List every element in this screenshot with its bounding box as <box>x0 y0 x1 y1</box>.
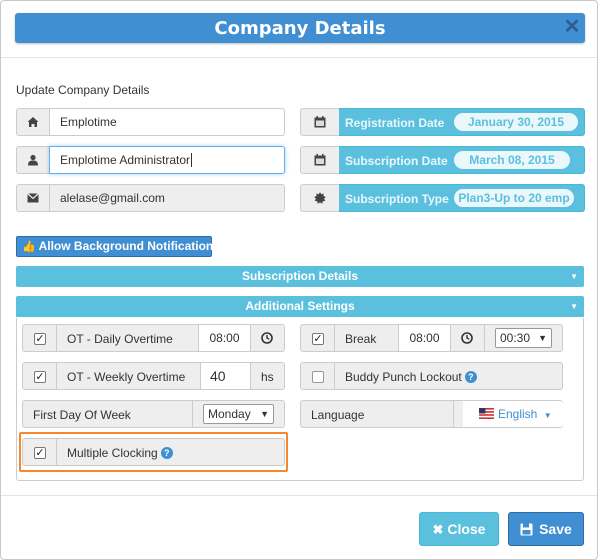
ot-daily-label: OT - Daily Overtime <box>67 332 173 346</box>
registration-date-group <box>300 108 339 136</box>
close-button[interactable]: ✖ Close <box>419 512 499 546</box>
break-time-input[interactable]: 08:00 <box>398 324 451 352</box>
ot-weekly-checkbox[interactable]: ✓ <box>34 371 46 383</box>
close-icon: ✖ <box>432 522 444 537</box>
subscription-type-value: Plan3-Up to 20 emp <box>454 189 574 207</box>
footer-divider <box>1 495 597 496</box>
user-icon <box>16 146 49 174</box>
floppy-disk-icon <box>520 515 533 547</box>
thumbs-up-icon: 👍 <box>22 241 36 253</box>
divider <box>56 363 57 389</box>
section-label: Update Company Details <box>16 83 150 97</box>
registration-date-value: January 30, 2015 <box>454 113 578 131</box>
certificate-icon <box>300 184 339 212</box>
ot-daily-checkbox[interactable]: ✓ <box>34 333 46 345</box>
buddy-punch-text: Buddy Punch Lockout? <box>345 370 477 384</box>
admin-name-input[interactable]: Emplotime Administrator <box>49 146 285 174</box>
language-label: Language <box>311 408 365 422</box>
us-flag-icon <box>479 408 494 419</box>
language-row: Language English ▼ <box>300 400 563 428</box>
divider <box>56 325 57 351</box>
ot-weekly-row: ✓ OT - Weekly Overtime 40 hs <box>22 362 285 390</box>
home-icon <box>16 108 49 136</box>
subscription-details-toggle[interactable]: Subscription Details ▼ <box>16 266 584 287</box>
caret-down-icon: ▼ <box>543 411 552 420</box>
additional-settings-toggle[interactable]: Additional Settings ▼ <box>16 296 584 317</box>
calendar-icon <box>300 108 339 136</box>
company-name-group: Emplotime <box>16 108 285 136</box>
ot-weekly-hours-input[interactable]: 40 <box>200 362 251 390</box>
envelope-icon <box>16 184 49 212</box>
buddy-punch-label: Buddy Punch Lockout <box>345 370 462 384</box>
ot-daily-row: ✓ OT - Daily Overtime 08:00 <box>22 324 285 352</box>
buddy-punch-row: Buddy Punch Lockout? <box>300 362 563 390</box>
allow-notifications-label: Allow Background Notifications <box>38 239 220 253</box>
save-button[interactable]: Save <box>508 512 584 546</box>
divider <box>192 401 193 427</box>
ot-weekly-label: OT - Weekly Overtime <box>67 370 186 384</box>
break-label: Break <box>345 332 377 346</box>
divider <box>484 325 485 351</box>
language-value: English <box>498 407 538 421</box>
divider <box>334 325 335 351</box>
caret-down-icon: ▼ <box>260 409 269 419</box>
language-dropdown[interactable]: English ▼ <box>463 401 563 427</box>
multiple-clocking-highlight <box>19 432 288 472</box>
allow-notifications-button[interactable]: 👍 Allow Background Notifications <box>16 236 220 257</box>
save-label: Save <box>539 521 572 537</box>
first-day-value: Monday <box>208 407 251 421</box>
dialog-title: Company Details <box>214 18 386 39</box>
subscription-date-value: March 08, 2015 <box>454 151 570 169</box>
email-group: alelase@gmail.com <box>16 184 285 212</box>
header-divider <box>1 57 597 58</box>
subscription-details-label: Subscription Details <box>241 269 359 283</box>
additional-settings-label: Additional Settings <box>245 299 355 313</box>
subscription-type-group <box>300 184 339 212</box>
first-day-row: First Day Of Week Monday ▼ <box>22 400 285 428</box>
subscription-date: Subscription Date March 08, 2015 <box>339 146 585 174</box>
company-details-dialog: Company Details ✕ Update Company Details… <box>0 0 598 560</box>
break-row: ✓ Break 08:00 00:30 ▼ <box>300 324 563 352</box>
break-duration-value: 00:30 <box>500 331 531 345</box>
admin-name-value: Emplotime Administrator <box>60 153 191 167</box>
break-checkbox[interactable]: ✓ <box>312 333 324 345</box>
title-bar: Company Details ✕ <box>15 13 585 43</box>
caret-down-icon: ▼ <box>538 333 547 343</box>
calendar-icon <box>300 146 339 174</box>
close-label: Close <box>447 521 486 537</box>
subscription-type-label: Subscription Type <box>345 192 449 206</box>
subscription-type: Subscription Type Plan3-Up to 20 emp <box>339 184 585 212</box>
admin-name-group: Emplotime Administrator <box>16 146 285 174</box>
divider <box>453 401 454 427</box>
email-field[interactable]: alelase@gmail.com <box>49 184 285 212</box>
caret-down-icon: ▼ <box>570 302 578 311</box>
buddy-punch-checkbox[interactable] <box>312 371 324 383</box>
registration-date-label: Registration Date <box>345 116 445 130</box>
divider <box>334 363 335 389</box>
clock-icon <box>461 332 473 347</box>
close-icon[interactable]: ✕ <box>561 16 583 38</box>
first-day-label: First Day Of Week <box>33 408 131 422</box>
registration-date: Registration Date January 30, 2015 <box>339 108 585 136</box>
subscription-date-group <box>300 146 339 174</box>
caret-down-icon: ▼ <box>570 272 578 281</box>
help-icon[interactable]: ? <box>464 371 477 383</box>
ot-weekly-unit: hs <box>261 370 274 384</box>
ot-daily-time-input[interactable]: 08:00 <box>198 324 251 352</box>
break-duration-select[interactable]: 00:30 ▼ <box>495 328 552 348</box>
company-name-input[interactable]: Emplotime <box>49 108 285 136</box>
subscription-date-label: Subscription Date <box>345 154 448 168</box>
clock-icon <box>261 332 273 347</box>
first-day-select[interactable]: Monday ▼ <box>203 404 274 424</box>
